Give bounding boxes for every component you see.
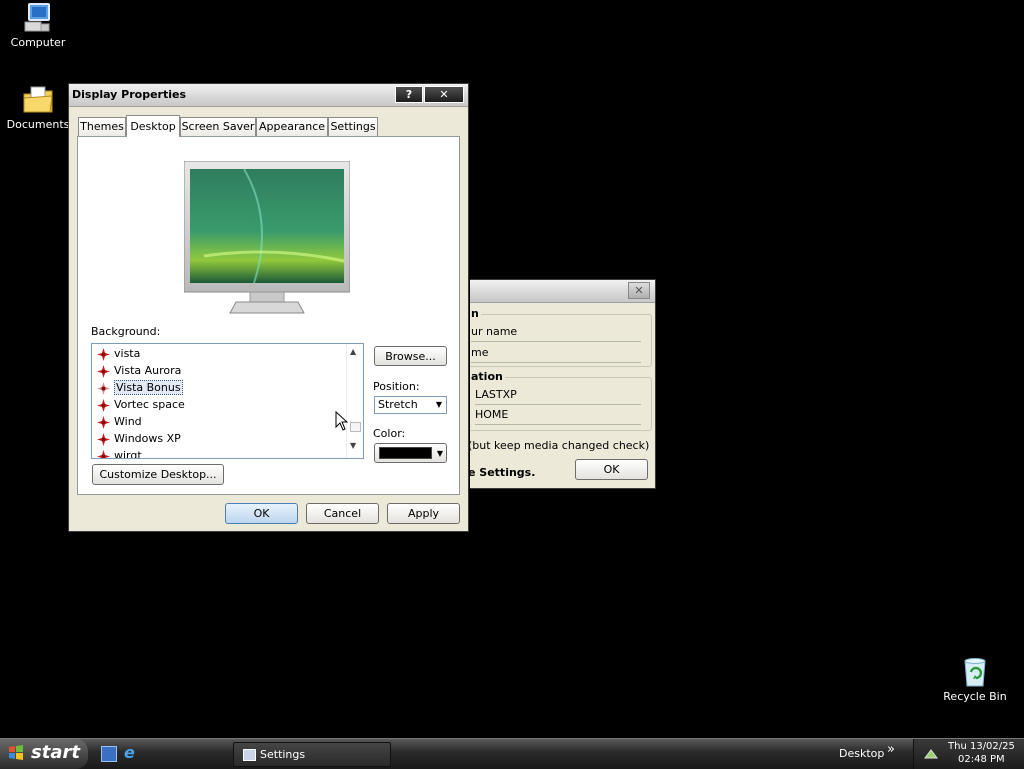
user-name-field[interactable]: ur name [471, 323, 641, 342]
start-button[interactable]: start [0, 739, 88, 769]
apply-button[interactable]: Apply [387, 503, 460, 524]
settings-window-icon [243, 749, 256, 761]
wallpaper-file-icon [97, 449, 110, 458]
computer-group: ation LASTXP HOME [466, 370, 652, 431]
tab-settings[interactable]: Settings [328, 117, 378, 136]
clock-day[interactable]: Thu 13/02/25 [948, 741, 1015, 752]
background-list-item-label: Vista Aurora [114, 364, 182, 377]
clock-time[interactable]: 02:48 PM [958, 754, 1005, 765]
mouse-cursor-icon [335, 410, 349, 434]
desktop-tab-panel: Background: vista Vista Aurora Vista Bonus… [77, 136, 460, 495]
background-list-item[interactable]: Vortec space [97, 397, 185, 413]
scroll-down-arrow-icon[interactable]: ▼ [350, 441, 356, 450]
taskbar-item-settings[interactable]: Settings [233, 742, 391, 767]
color-label: Color: [373, 427, 406, 440]
desktop-icon-label: Recycle Bin [943, 690, 1007, 703]
desktop-toolbar-label[interactable]: Desktop [839, 747, 884, 760]
close-button[interactable]: ✕ [424, 86, 464, 103]
cancel-button[interactable]: Cancel [306, 503, 379, 524]
organization-field[interactable]: me [471, 344, 641, 363]
user-group: n ur name me [466, 307, 652, 367]
settings-dialog: ✕ n ur name me ation LASTXP HOME (but ke… [466, 279, 656, 489]
dialog-title: Display Properties [72, 88, 187, 101]
desktop-icon-documents[interactable]: Documents [3, 84, 73, 131]
desktop-icon-computer[interactable]: Computer [3, 2, 73, 49]
help-button[interactable]: ? [395, 86, 423, 103]
wallpaper-file-icon [97, 415, 110, 429]
desktop-icon-recycle-bin[interactable]: Recycle Bin [940, 656, 1010, 703]
background-list-item-label: Vortec space [114, 398, 185, 411]
computer-group-legend: ation [469, 370, 505, 383]
taskbar: start e Settings Desktop » Thu 13/02/25 … [0, 738, 1024, 769]
chevron-down-icon: ▼ [436, 449, 443, 458]
wallpaper-file-icon [97, 432, 110, 446]
scroll-thumb[interactable] [350, 422, 361, 432]
wallpaper-file-icon [97, 398, 110, 412]
background-list-item[interactable]: Wind [97, 414, 142, 430]
background-list-item[interactable]: Vista Aurora [97, 363, 181, 379]
background-label: Background: [91, 325, 161, 338]
windows-logo-icon [8, 745, 24, 761]
settings-footer-text: e Settings. [468, 466, 536, 479]
quick-launch-desktop-icon[interactable] [101, 746, 117, 762]
computer-icon [21, 2, 55, 34]
documents-folder-icon [21, 84, 55, 116]
position-label: Position: [373, 380, 420, 393]
system-tray: Thu 13/02/25 02:48 PM [913, 739, 1024, 769]
internet-explorer-icon[interactable]: e [124, 744, 140, 762]
ok-button[interactable]: OK [225, 503, 298, 524]
background-list-item-label: Wind [114, 415, 142, 428]
color-picker-button[interactable]: ▼ [374, 443, 447, 463]
position-select[interactable]: Stretch ▼ [374, 396, 447, 414]
position-value: Stretch [378, 398, 418, 411]
tab-themes[interactable]: Themes [78, 117, 126, 136]
workgroup-field[interactable]: HOME [475, 406, 641, 425]
background-list[interactable]: vista Vista Aurora Vista Bonus Vortec space… [91, 343, 364, 459]
taskbar-item-label: Settings [260, 748, 306, 761]
display-properties-dialog: Display Properties ? ✕ Themes Desktop Sc… [68, 83, 469, 532]
background-list-item[interactable]: wirgt [97, 448, 142, 459]
tab-screen-saver[interactable]: Screen Saver [180, 117, 256, 136]
media-check-option[interactable]: (but keep media changed check) [468, 439, 649, 452]
scroll-up-arrow-icon[interactable]: ▲ [350, 347, 356, 356]
background-list-scrollbar[interactable]: ▲ ▼ [346, 344, 363, 458]
chevron-down-icon: ▼ [435, 400, 443, 409]
tab-desktop[interactable]: Desktop [126, 115, 180, 137]
wallpaper-file-icon [97, 347, 110, 361]
toolbar-chevron-icon[interactable]: » [887, 742, 895, 757]
background-list-item-label: wirgt [114, 449, 142, 459]
wallpaper-file-icon [97, 364, 110, 378]
background-list-item[interactable]: Windows XP [97, 431, 181, 447]
settings-close-button[interactable]: ✕ [628, 282, 650, 299]
network-tray-icon[interactable] [924, 747, 938, 759]
customize-desktop-button[interactable]: Customize Desktop... [92, 464, 224, 485]
color-swatch [379, 447, 432, 459]
background-list-item[interactable]: vista [97, 346, 140, 362]
computer-name-field[interactable]: LASTXP [475, 386, 641, 405]
wallpaper-file-icon [97, 381, 110, 395]
settings-ok-button[interactable]: OK [575, 459, 648, 480]
background-list-item-label: Vista Bonus [114, 380, 183, 395]
browse-button[interactable]: Browse... [374, 346, 447, 366]
start-label: start [31, 742, 80, 763]
tab-strip: Themes Desktop Screen Saver Appearance S… [78, 115, 378, 137]
tab-appearance[interactable]: Appearance [256, 117, 328, 136]
display-properties-titlebar[interactable]: Display Properties ? ✕ [69, 84, 468, 107]
background-list-item-label: vista [114, 347, 141, 360]
user-group-legend: n [469, 307, 481, 320]
desktop-icon-label: Documents [6, 118, 70, 131]
background-list-item-label: Windows XP [114, 432, 181, 445]
background-list-item[interactable]: Vista Bonus [97, 380, 183, 396]
desktop-icon-label: Computer [10, 36, 66, 49]
settings-titlebar[interactable]: ✕ [470, 280, 655, 303]
monitor-preview [183, 160, 351, 317]
recycle-bin-icon [958, 656, 992, 688]
